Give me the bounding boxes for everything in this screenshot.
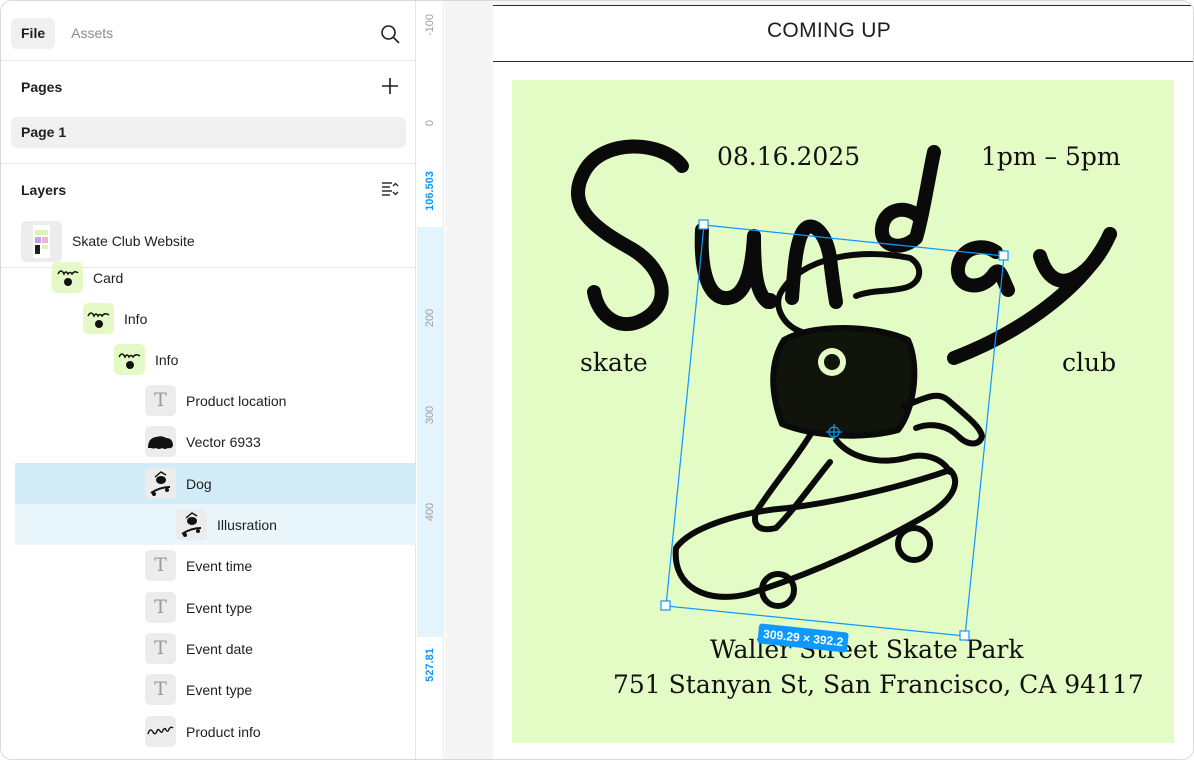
text-icon: T — [145, 592, 176, 623]
resize-handle-bottom-left[interactable] — [660, 600, 671, 611]
website-frame[interactable]: COMING UP 08.16.2025 1pm – 5pm skate clu… — [493, 5, 1193, 759]
layer-label: Product location — [186, 392, 287, 409]
text-icon: T — [145, 633, 176, 664]
layer-vector-6933[interactable]: Vector 6933 — [15, 421, 416, 462]
layer-label: Event date — [186, 640, 253, 657]
ruler-selection-range — [417, 227, 444, 637]
search-icon[interactable] — [379, 23, 401, 45]
layer-product-location[interactable]: T Product location — [15, 380, 416, 421]
layer-product-info[interactable]: Product info — [15, 711, 416, 752]
ruler-selection-start: 106.503 — [424, 171, 436, 211]
website-thumbnail-icon — [21, 220, 62, 262]
layers-title: Layers — [21, 182, 67, 198]
tab-file[interactable]: File — [11, 18, 56, 49]
layer-label: Event type — [186, 681, 253, 698]
ruler-label: 300 — [424, 405, 436, 425]
sunday-thumbnail-icon — [145, 716, 176, 747]
rotation-origin-icon[interactable] — [826, 424, 842, 440]
ruler-selection-end: 527.81 — [424, 648, 436, 682]
resize-handle-top-left[interactable] — [698, 219, 709, 230]
dog-thumbnail-icon — [145, 468, 176, 499]
layer-label: Info — [124, 310, 148, 327]
ruler-label: -100 — [424, 13, 436, 37]
layer-event-date[interactable]: T Event date — [15, 628, 416, 669]
ruler-label: 400 — [424, 502, 436, 522]
frame-thumbnail-icon — [52, 262, 83, 293]
ruler-label: 0 — [424, 119, 436, 127]
divider — [493, 5, 1193, 6]
layer-label: Vector 6933 — [186, 433, 261, 450]
dog-thumbnail-icon — [176, 509, 207, 540]
layer-label: Product info — [186, 723, 261, 740]
frame-thumbnail-icon — [83, 303, 114, 334]
layer-label: Skate Club Website — [72, 233, 195, 249]
text-icon: T — [145, 550, 176, 581]
layer-root-skate-club-website[interactable]: Skate Club Website — [21, 220, 195, 262]
divider — [1, 163, 416, 164]
app-window: File Assets Pages Page 1 Layers Skate Cl… — [0, 0, 1194, 760]
layer-info[interactable]: Info — [15, 298, 416, 339]
pages-title: Pages — [21, 79, 63, 95]
page-item-page-1[interactable]: Page 1 — [11, 117, 406, 148]
divider — [1, 60, 416, 61]
layer-card[interactable]: Card — [15, 257, 416, 298]
resize-handle-bottom-right[interactable] — [959, 630, 970, 641]
layer-illusration[interactable]: Illusration — [15, 504, 416, 545]
layer-info-nested[interactable]: Info — [15, 339, 416, 380]
vector-thumbnail-icon — [145, 426, 176, 457]
text-icon: T — [145, 674, 176, 705]
layer-label: Dog — [186, 475, 212, 492]
canvas[interactable]: COMING UP 08.16.2025 1pm – 5pm skate clu… — [445, 1, 1193, 759]
layer-label: Illusration — [217, 516, 277, 533]
collapse-layers-icon[interactable] — [381, 181, 399, 197]
page-header-title[interactable]: COMING UP — [493, 19, 1165, 43]
tab-assets[interactable]: Assets — [61, 18, 123, 49]
layer-label: Event time — [186, 557, 253, 574]
layer-label: Event type — [186, 599, 253, 616]
text-icon: T — [145, 385, 176, 416]
left-panel: File Assets Pages Page 1 Layers Skate Cl… — [1, 1, 416, 759]
layer-event-time[interactable]: T Event time — [15, 545, 416, 586]
vertical-ruler[interactable]: -100 0 106.503 200 300 400 527.81 — [417, 1, 444, 759]
event-poster-card[interactable]: 08.16.2025 1pm – 5pm skate club Waller S… — [512, 80, 1174, 743]
layer-event-type[interactable]: T Event type — [15, 587, 416, 628]
layer-label: Card — [93, 269, 124, 286]
panel-tabs: File Assets — [11, 18, 123, 49]
frame-thumbnail-icon — [114, 344, 145, 375]
layer-event-type-2[interactable]: T Event type — [15, 669, 416, 710]
divider — [493, 61, 1193, 62]
resize-handle-top-right[interactable] — [998, 250, 1009, 261]
layer-label: Info — [155, 351, 179, 368]
add-page-icon[interactable] — [380, 76, 400, 96]
layer-dog[interactable]: Dog — [15, 463, 416, 504]
ruler-label: 200 — [424, 308, 436, 328]
